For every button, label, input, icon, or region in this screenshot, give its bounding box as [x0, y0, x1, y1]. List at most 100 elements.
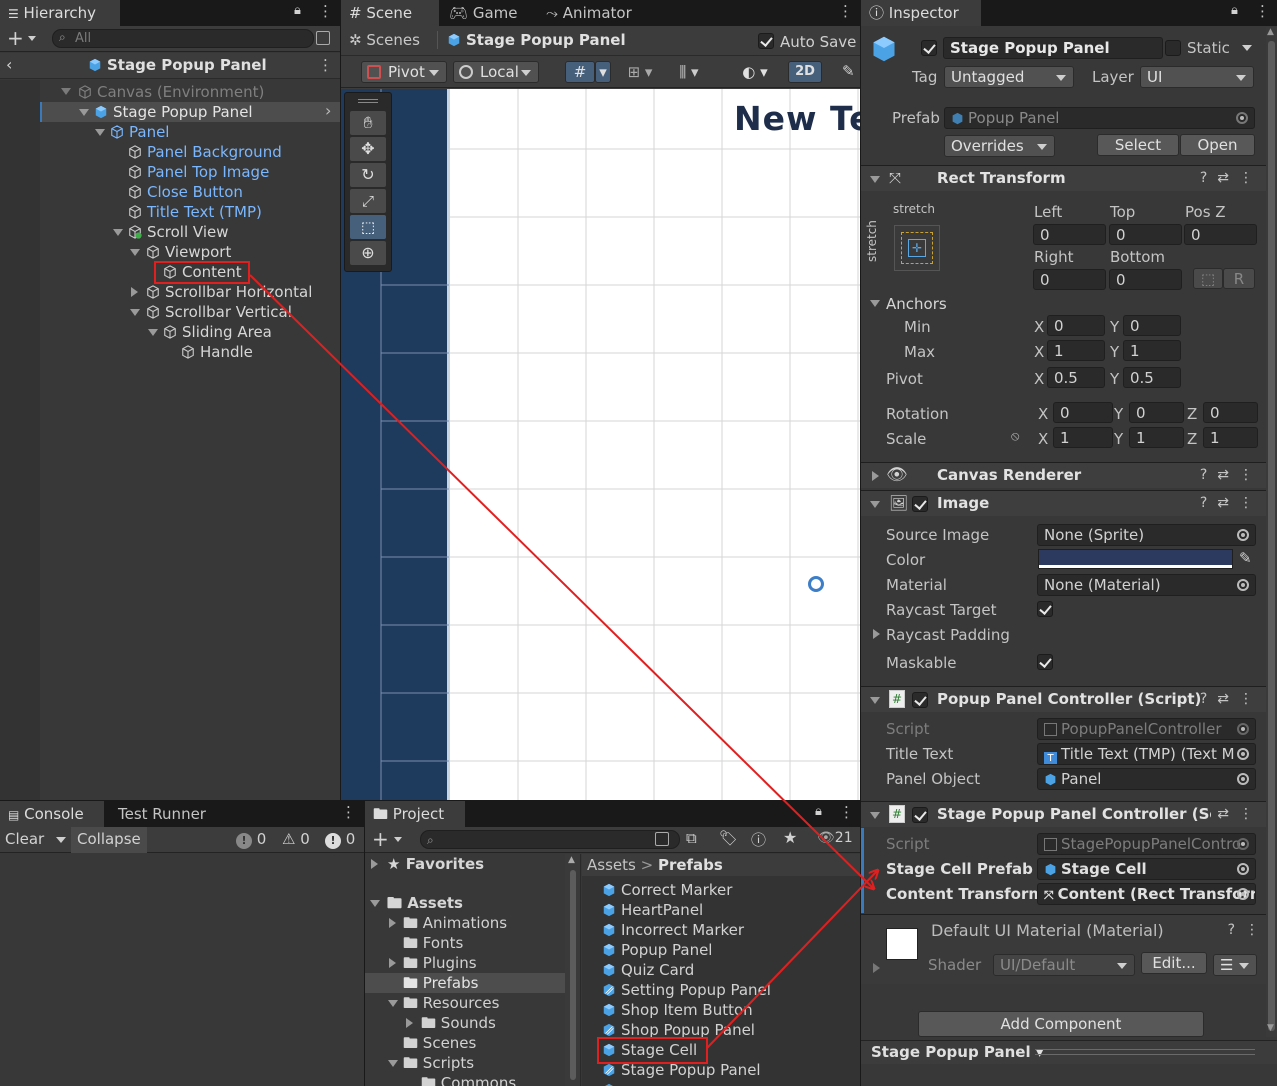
anchor-preset-button[interactable]: ✛ — [894, 225, 940, 271]
clear-button[interactable]: Clear — [5, 830, 44, 848]
scene-breadcrumb[interactable]: Stage Popup Panel — [437, 31, 626, 49]
asset-quiz-card[interactable]: Quiz Card — [602, 960, 694, 980]
inspector-menu-icon[interactable]: ⋮ — [1255, 2, 1270, 20]
clear-options-icon[interactable] — [56, 837, 66, 848]
active-checkbox[interactable] — [921, 40, 937, 56]
fold-arrow-icon[interactable] — [406, 1018, 413, 1028]
tree-item-scrollbar-vertical[interactable]: Scrollbar Vertical — [146, 302, 292, 322]
fold-arrow-icon[interactable] — [872, 471, 879, 481]
overrides-dropdown[interactable]: Overrides — [944, 135, 1055, 157]
project-search-input[interactable]: ⌕ — [420, 830, 680, 849]
anchor-min-y-input[interactable]: 0 — [1123, 315, 1181, 336]
object-picker-icon[interactable] — [1237, 529, 1249, 541]
error-filter[interactable]: ! 0 — [325, 830, 355, 849]
raycast-padding-fold-icon[interactable] — [873, 629, 880, 639]
type-filter-icon[interactable]: ⧉ — [686, 829, 697, 847]
right-input[interactable]: 0 — [1033, 269, 1106, 290]
tab-game[interactable]: 🎮︎ Game — [441, 0, 525, 26]
object-picker-icon[interactable] — [1237, 579, 1249, 591]
component-menu-icons[interactable]: ?⇄⋮ — [1200, 467, 1263, 483]
tree-item-handle[interactable]: Handle — [181, 342, 253, 362]
component-menu-icons[interactable]: ⇄⋮ — [1211, 806, 1263, 822]
tree-item-panel-background[interactable]: Panel Background — [128, 142, 282, 162]
search-options-icon[interactable] — [655, 832, 669, 846]
tree-item-viewport[interactable]: Viewport — [146, 242, 231, 262]
tree-item-scrollbar-horizontal[interactable]: Scrollbar Horizontal — [146, 282, 312, 302]
fold-arrow-icon[interactable] — [870, 697, 880, 704]
expand-arrow-icon[interactable] — [113, 229, 123, 236]
asset-correct-marker[interactable]: Correct Marker — [602, 880, 732, 900]
rotation-z-input[interactable]: 0 — [1203, 402, 1258, 423]
console-menu-icon[interactable]: ⋮ — [341, 803, 356, 821]
rotation-y-input[interactable]: 0 — [1129, 402, 1184, 423]
bottom-input[interactable]: 0 — [1109, 269, 1182, 290]
anchors-fold-icon[interactable] — [870, 300, 880, 307]
shading-dropdown[interactable]: ◐ ▾ — [733, 61, 777, 83]
asset-incorrect-marker[interactable]: Incorrect Marker — [602, 920, 744, 940]
fold-arrow-icon[interactable] — [388, 1000, 398, 1007]
material-fold-icon[interactable] — [873, 963, 880, 973]
add-icon[interactable]: + — [7, 26, 24, 50]
maskable-checkbox[interactable] — [1037, 654, 1053, 670]
object-picker-icon[interactable] — [1236, 112, 1248, 124]
favorites-fold-icon[interactable] — [371, 859, 378, 869]
pivot-y-input[interactable]: 0.5 — [1123, 367, 1181, 388]
rotate-tool-icon[interactable]: ↻ — [350, 163, 386, 187]
source-image-field[interactable]: None (Sprite) — [1037, 524, 1256, 546]
blueprint-mode-button[interactable]: ⬚ — [1193, 268, 1223, 289]
folder-sounds[interactable]: 🖿 Sounds — [421, 1013, 496, 1033]
mode-2d-toggle[interactable]: 2D — [788, 61, 822, 83]
back-arrow-icon[interactable]: ‹ — [6, 55, 12, 74]
stage-controller-header[interactable]: # Stage Popup Panel Controller (Sc ⇄⋮ — [861, 801, 1277, 827]
lock-icon[interactable]: 🔒︎ — [294, 3, 301, 18]
collapse-button[interactable]: Collapse — [71, 827, 147, 853]
breadcrumb-menu-icon[interactable]: ⋮ — [318, 56, 333, 74]
expand-arrow-icon[interactable] — [130, 309, 140, 316]
lock-icon[interactable]: 🔒︎ — [1231, 3, 1238, 18]
scale-x-input[interactable]: 1 — [1053, 427, 1113, 448]
import-log-icon[interactable]: ⓘ — [751, 829, 766, 850]
prefab-field[interactable]: Popup Panel — [944, 107, 1255, 129]
shader-options-dropdown[interactable]: ☰ — [1213, 954, 1257, 976]
tree-item-sliding-area[interactable]: Sliding Area — [163, 322, 272, 342]
tree-item-panel-top-image[interactable]: Panel Top Image — [128, 162, 269, 182]
ruler-button[interactable]: ⫼ ▾ — [667, 61, 711, 83]
eyedropper-icon[interactable]: ✎ — [1239, 549, 1252, 567]
scene-visibility-icon[interactable] — [316, 31, 330, 45]
anchor-max-y-input[interactable]: 1 — [1123, 340, 1181, 361]
material-field[interactable]: None (Material) — [1037, 574, 1256, 596]
material-menu-icons[interactable]: ?⋮ — [1228, 922, 1269, 938]
collapse-arrow-icon[interactable] — [131, 287, 138, 297]
folder-tree-scrollbar[interactable]: ▲ — [565, 854, 581, 1086]
hierarchy-search-input[interactable]: ⌕ All — [52, 29, 314, 48]
tree-item-title-text[interactable]: Title Text (TMP) — [128, 202, 262, 222]
popup-controller-header[interactable]: # Popup Panel Controller (Script) ?⇄⋮ — [861, 686, 1277, 712]
scale-z-input[interactable]: 1 — [1203, 427, 1258, 448]
asset-heartpanel[interactable]: HeartPanel — [602, 900, 703, 920]
prefab-select-button[interactable]: Select — [1097, 134, 1179, 156]
folder-scenes[interactable]: 🖿 Scenes — [403, 1033, 476, 1053]
lock-icon[interactable]: 🔒︎ — [815, 804, 822, 819]
tab-console[interactable]: ▤ Console — [0, 801, 104, 827]
fold-arrow-icon[interactable] — [870, 812, 880, 819]
component-menu-icons[interactable]: ?⇄⋮ — [1200, 495, 1263, 511]
warning-filter[interactable]: ⚠ 0 — [282, 830, 310, 848]
tab-scene[interactable]: # Scene — [341, 0, 439, 26]
left-input[interactable]: 0 — [1033, 224, 1106, 245]
content-transform-field[interactable]: ⤧ Content (Rect Transforr — [1037, 883, 1256, 905]
local-dropdown[interactable]: Local — [453, 61, 539, 83]
folder-animations[interactable]: 🖿 Animations — [403, 913, 507, 933]
prefab-open-button[interactable]: Open — [1180, 134, 1255, 156]
tree-item-scroll-view[interactable]: Scroll View — [128, 222, 228, 242]
favorites-item[interactable]: ★ Favorites — [387, 854, 484, 874]
image-header[interactable]: 🖼︎ Image ?⇄⋮ — [861, 490, 1277, 516]
folder-prefabs[interactable]: 🖿 Prefabs — [403, 973, 478, 993]
constrain-proportions-icon[interactable]: ⦸ — [1011, 429, 1019, 444]
effects-icon[interactable]: ✎ — [842, 62, 855, 80]
add-component-button[interactable]: Add Component — [918, 1011, 1204, 1037]
shader-edit-button[interactable]: Edit... — [1141, 952, 1207, 974]
object-picker-icon[interactable] — [1237, 888, 1249, 900]
add-asset-icon[interactable]: + — [372, 827, 389, 851]
rect-tool-icon[interactable]: ⬚ — [350, 215, 386, 239]
folder-plugins[interactable]: 🖿 Plugins — [403, 953, 477, 973]
